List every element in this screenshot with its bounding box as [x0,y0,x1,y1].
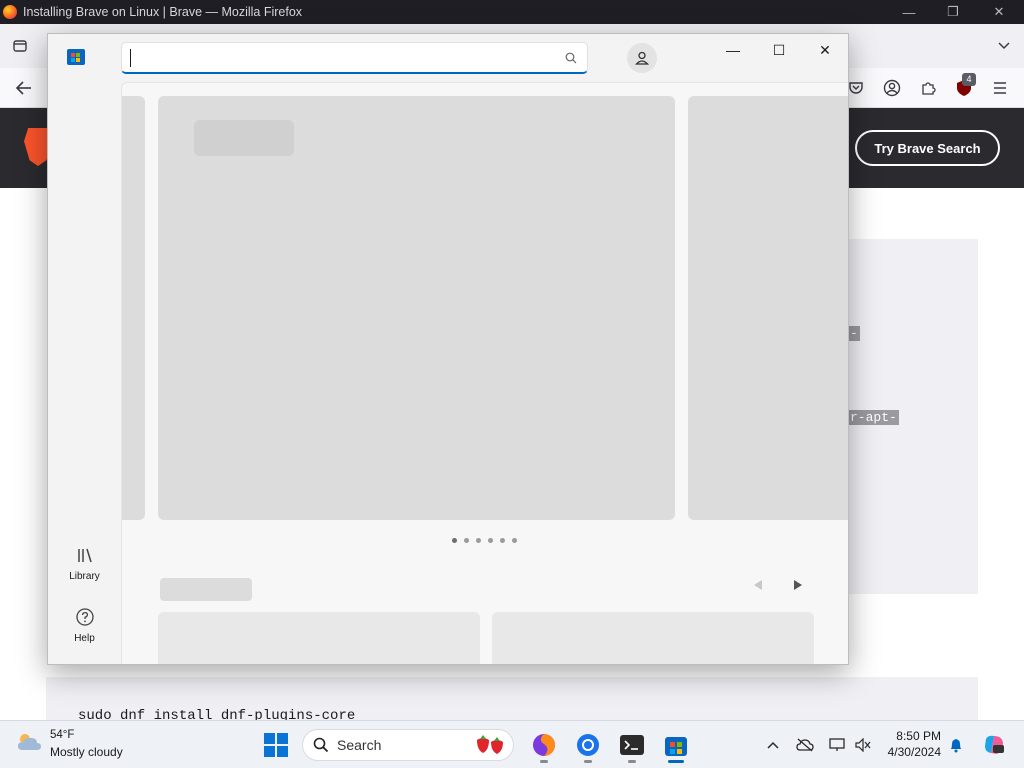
profile-avatar-icon[interactable] [627,43,657,73]
weather-description[interactable]: Mostly cloudy [50,745,123,759]
code-fragment: r-apt- [848,410,899,425]
previous-arrow-icon[interactable] [748,575,768,595]
microsoft-store-window: — ☐ ✕ Library Help [47,33,849,665]
taskbar-search-label: Search [337,737,382,753]
microsoft-store-logo-icon [67,49,85,65]
taskbar-search-box[interactable]: Search [302,729,514,761]
hero-card-next[interactable] [688,96,848,520]
running-app-indicator [540,760,548,763]
active-app-indicator [668,760,684,763]
weather-temperature[interactable]: 54°F [50,729,74,741]
store-maximize-button[interactable]: ☐ [756,38,802,62]
carousel-dot[interactable] [488,538,493,543]
tab-list-chevron-icon[interactable] [992,34,1016,58]
back-arrow-icon[interactable] [12,76,36,100]
firefox-close-button[interactable]: ✕ [976,0,1022,24]
hero-title-placeholder [194,120,294,156]
search-icon [313,737,329,753]
account-icon[interactable] [880,76,904,100]
nav-library-label: Library [69,571,100,582]
carousel-dot[interactable] [464,538,469,543]
microsoft-store-taskbar-icon[interactable] [663,732,689,758]
extension-badge: 4 [962,73,976,86]
store-close-button[interactable]: ✕ [802,38,848,62]
running-app-indicator [584,760,592,763]
onedrive-offline-icon[interactable] [796,736,814,754]
carousel-dot[interactable] [500,538,505,543]
firefox-minimize-button[interactable]: — [886,0,932,24]
help-icon [75,608,94,630]
store-home-content [121,82,848,664]
clock-time[interactable]: 8:50 PM [883,729,941,743]
section-title-placeholder [160,578,252,601]
text-caret [130,48,131,67]
nav-help[interactable]: Help [48,594,121,644]
store-minimize-button[interactable]: — [710,38,756,62]
carousel-dot[interactable] [452,538,457,543]
app-card-placeholder[interactable] [492,612,814,664]
display-icon[interactable] [828,736,846,754]
clock-date[interactable]: 4/30/2024 [880,745,941,759]
extensions-puzzle-icon[interactable] [916,76,940,100]
search-icon[interactable] [563,50,579,66]
notification-bell-icon[interactable] [947,736,965,754]
next-arrow-icon[interactable] [788,575,808,595]
firefox-taskbar-icon[interactable] [531,732,557,758]
start-button-windows-icon[interactable] [264,733,288,757]
firefox-titlebar: Installing Brave on Linux | Brave — Mozi… [0,0,1024,24]
library-icon [76,546,94,568]
volume-muted-icon[interactable] [854,736,872,754]
carousel-dot[interactable] [512,538,517,543]
firefox-logo-icon [3,5,17,19]
store-sidebar: Library Help [48,82,121,664]
strawberry-search-highlight-icon [473,732,507,759]
hamburger-menu-icon[interactable] [988,76,1012,100]
hero-card-current[interactable] [158,96,675,520]
nav-library[interactable]: Library [48,532,121,582]
store-titlebar: — ☐ ✕ [48,34,848,82]
running-app-indicator [628,760,636,763]
code-fragment: - [848,326,860,341]
try-brave-search-button[interactable]: Try Brave Search [855,130,1000,166]
store-search-input[interactable] [133,49,563,66]
app-card-placeholder[interactable] [158,612,480,664]
chrome-taskbar-icon[interactable] [575,732,601,758]
weather-cloudy-icon[interactable] [16,732,42,752]
terminal-taskbar-icon[interactable] [619,732,645,758]
store-search-box[interactable] [121,42,588,74]
copilot-icon[interactable] [982,733,1006,757]
firefox-view-icon[interactable] [8,34,32,58]
hero-card-previous[interactable] [122,96,145,520]
desktop: Installing Brave on Linux | Brave — Mozi… [0,0,1024,768]
nav-help-label: Help [74,633,95,644]
firefox-window-title: Installing Brave on Linux | Brave — Mozi… [23,5,303,19]
show-hidden-icons-chevron-icon[interactable] [764,736,782,754]
carousel-dot[interactable] [476,538,481,543]
firefox-restore-button[interactable]: ❐ [930,0,976,24]
carousel-pagination [452,538,517,543]
